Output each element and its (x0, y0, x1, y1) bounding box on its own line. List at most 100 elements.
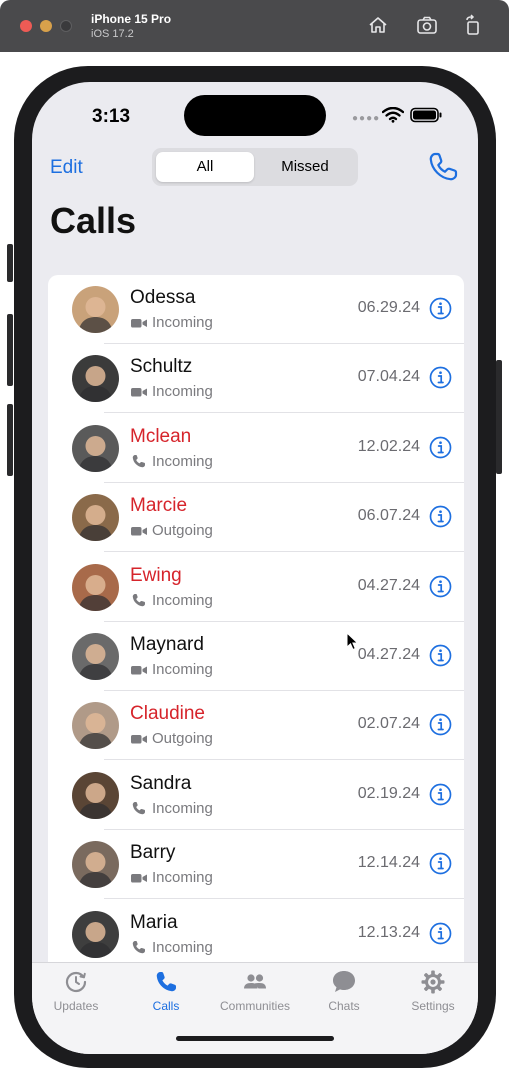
video-call-icon (131, 873, 147, 883)
info-icon[interactable] (429, 852, 452, 875)
segment-missed[interactable]: Missed (256, 152, 354, 182)
info-icon[interactable] (429, 436, 452, 459)
status-time: 3:13 (92, 106, 131, 127)
caller-name: Sandra (130, 772, 192, 794)
info-icon[interactable] (429, 505, 452, 528)
simulator-title-bar: iPhone 15 Pro iOS 17.2 (0, 0, 509, 52)
call-date: 06.07.24 (357, 507, 420, 525)
tab-communities-label: Communities (219, 999, 291, 1013)
mouse-cursor-icon (346, 632, 359, 651)
call-detail: Incoming (130, 800, 213, 817)
segment-all[interactable]: All (156, 152, 254, 182)
video-call-icon (131, 526, 147, 536)
phone-call-icon (132, 802, 145, 815)
tab-chats-label: Chats (328, 999, 360, 1013)
close-window-button[interactable] (20, 20, 32, 32)
avatar (72, 841, 119, 889)
video-call-icon (131, 318, 147, 327)
minimize-window-button[interactable] (40, 20, 52, 32)
info-icon[interactable] (429, 366, 452, 389)
phone-call-icon (132, 941, 145, 954)
avatar-photo (72, 910, 119, 958)
home-icon[interactable] (367, 14, 389, 36)
call-row[interactable]: Schultz Incoming 07.04.24 (48, 344, 464, 414)
simulator-os-version: iOS 17.2 (91, 28, 134, 40)
call-date: 04.27.24 (357, 646, 420, 663)
info-icon[interactable] (429, 922, 452, 945)
caller-name: Maria (130, 911, 178, 933)
calls-filter-segmented-control: All Missed (152, 148, 358, 186)
info-icon[interactable] (429, 713, 452, 736)
avatar (72, 702, 119, 750)
call-row[interactable]: Mclean Incoming 12.02.24 (48, 414, 464, 483)
info-icon[interactable] (429, 575, 452, 598)
call-direction: Outgoing (152, 522, 213, 540)
avatar (72, 286, 119, 333)
rotate-icon[interactable] (462, 14, 484, 36)
info-icon[interactable] (429, 783, 452, 806)
avatar (72, 910, 119, 958)
tab-communities[interactable]: Communities (210, 969, 300, 1013)
avatar (72, 355, 119, 403)
avatar (72, 563, 119, 611)
avatar-photo (72, 494, 119, 542)
call-row[interactable]: Maria Incoming 12.13.24 (48, 900, 464, 969)
call-row[interactable]: Ewing Incoming 04.27.24 (48, 553, 464, 622)
page-title: Calls (50, 200, 137, 241)
communities-icon (244, 974, 266, 989)
tab-updates[interactable]: Updates (32, 969, 121, 1013)
call-detail: Incoming (130, 592, 213, 609)
call-direction: Incoming (152, 799, 213, 817)
new-call-button[interactable] (426, 150, 460, 184)
avatar-photo (72, 286, 119, 333)
info-icon[interactable] (429, 644, 452, 667)
screenshot-icon[interactable] (416, 14, 438, 36)
call-row[interactable]: Claudine Outgoing 02.07.24 (48, 691, 464, 761)
call-row[interactable]: Maynard Incoming 04.27.24 (48, 622, 464, 691)
volume-down-button (7, 404, 13, 476)
call-detail: Incoming (130, 314, 213, 331)
call-row[interactable]: Odessa Incoming 06.29.24 (48, 275, 464, 344)
call-direction: Incoming (152, 383, 213, 401)
caller-name: Odessa (130, 287, 196, 308)
video-call-icon (131, 387, 147, 397)
avatar-photo (72, 771, 119, 819)
call-direction: Incoming (152, 661, 213, 678)
avatar-photo (72, 355, 119, 403)
call-date: 04.27.24 (357, 576, 420, 594)
chats-icon (333, 971, 355, 992)
gear-icon (421, 970, 445, 994)
simulator-device-name: iPhone 15 Pro (91, 12, 172, 26)
dynamic-island (184, 95, 326, 136)
phone-call-icon (132, 594, 145, 607)
call-row[interactable]: Barry Incoming 12.14.24 (48, 830, 464, 900)
call-direction: Incoming (152, 314, 213, 331)
call-detail: Outgoing (130, 522, 213, 539)
call-row[interactable]: Marcie Outgoing 06.07.24 (48, 483, 464, 553)
zoom-window-button[interactable] (60, 20, 72, 32)
caller-name: Barry (130, 842, 176, 864)
tab-calls[interactable]: Calls (121, 969, 211, 1013)
phone-screen: 3:13 ●●●● Edit All Missed Calls Odessa In… (32, 82, 478, 1054)
caller-name: Claudine (130, 703, 205, 725)
tab-settings[interactable]: Settings (388, 969, 478, 1013)
call-row[interactable]: Sandra Incoming 02.19.24 (48, 761, 464, 830)
call-detail: Incoming (130, 453, 213, 470)
power-button (496, 360, 502, 474)
action-button (7, 244, 13, 282)
phone-icon (156, 972, 176, 992)
calls-list: Odessa Incoming 06.29.24 Schultz Incoming 07.… (48, 275, 464, 975)
updates-icon (65, 971, 87, 993)
avatar-photo (72, 702, 119, 750)
tab-chats[interactable]: Chats (299, 969, 389, 1013)
call-direction: Outgoing (152, 730, 213, 748)
edit-button[interactable]: Edit (50, 157, 83, 179)
caller-name: Mclean (130, 425, 192, 447)
caller-name: Maynard (130, 634, 204, 655)
avatar (72, 771, 119, 819)
call-direction: Incoming (152, 452, 213, 470)
caller-name: Ewing (130, 564, 182, 586)
phone-call-icon (132, 455, 145, 468)
avatar-photo (72, 424, 119, 472)
info-icon[interactable] (429, 297, 452, 320)
